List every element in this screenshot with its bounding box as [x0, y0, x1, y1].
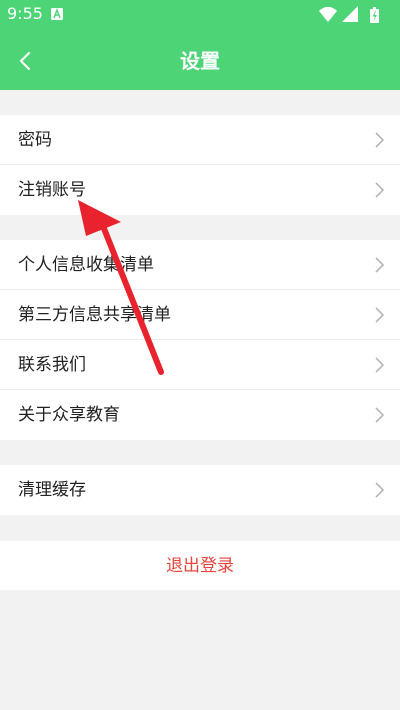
settings-item-label: 第三方信息共享清单: [18, 305, 171, 325]
settings-item-contact-us[interactable]: 联系我们: [0, 340, 400, 390]
status-bar: 9:55: [0, 0, 400, 30]
settings-item-label: 关于众享教育: [18, 405, 120, 425]
settings-group-info: 个人信息收集清单 第三方信息共享清单 联系我们 关于众享教育: [0, 240, 400, 440]
battery-charging-icon: [370, 7, 379, 23]
logout-label: 退出登录: [166, 556, 234, 576]
chevron-right-icon: [375, 132, 384, 148]
app-notification-icon: [51, 8, 63, 20]
chevron-right-icon: [375, 182, 384, 198]
page-title: 设置: [180, 49, 220, 73]
settings-item-password[interactable]: 密码: [0, 115, 400, 165]
chevron-right-icon: [375, 357, 384, 373]
status-icons: [319, 6, 379, 23]
settings-item-about[interactable]: 关于众享教育: [0, 390, 400, 440]
logout-button[interactable]: 退出登录: [0, 541, 400, 590]
chevron-right-icon: [375, 307, 384, 323]
settings-group-cache: 清理缓存: [0, 465, 400, 515]
settings-item-personal-info-list[interactable]: 个人信息收集清单: [0, 240, 400, 290]
wifi-icon: [319, 6, 337, 22]
status-time: 9:55: [7, 4, 43, 23]
chevron-right-icon: [375, 482, 384, 498]
toolbar: 设置: [0, 36, 400, 90]
app-header: 9:55 设置: [0, 0, 400, 90]
settings-item-label: 密码: [18, 130, 52, 150]
chevron-right-icon: [375, 407, 384, 423]
settings-item-label: 清理缓存: [18, 480, 86, 500]
settings-item-label: 注销账号: [18, 180, 86, 200]
chevron-right-icon: [375, 257, 384, 273]
settings-item-third-party-sharing[interactable]: 第三方信息共享清单: [0, 290, 400, 340]
settings-item-cancel-account[interactable]: 注销账号: [0, 165, 400, 215]
settings-item-clear-cache[interactable]: 清理缓存: [0, 465, 400, 515]
settings-item-label: 个人信息收集清单: [18, 255, 154, 275]
settings-item-label: 联系我们: [18, 355, 86, 375]
settings-group-account: 密码 注销账号: [0, 115, 400, 215]
signal-icon: [342, 6, 358, 22]
